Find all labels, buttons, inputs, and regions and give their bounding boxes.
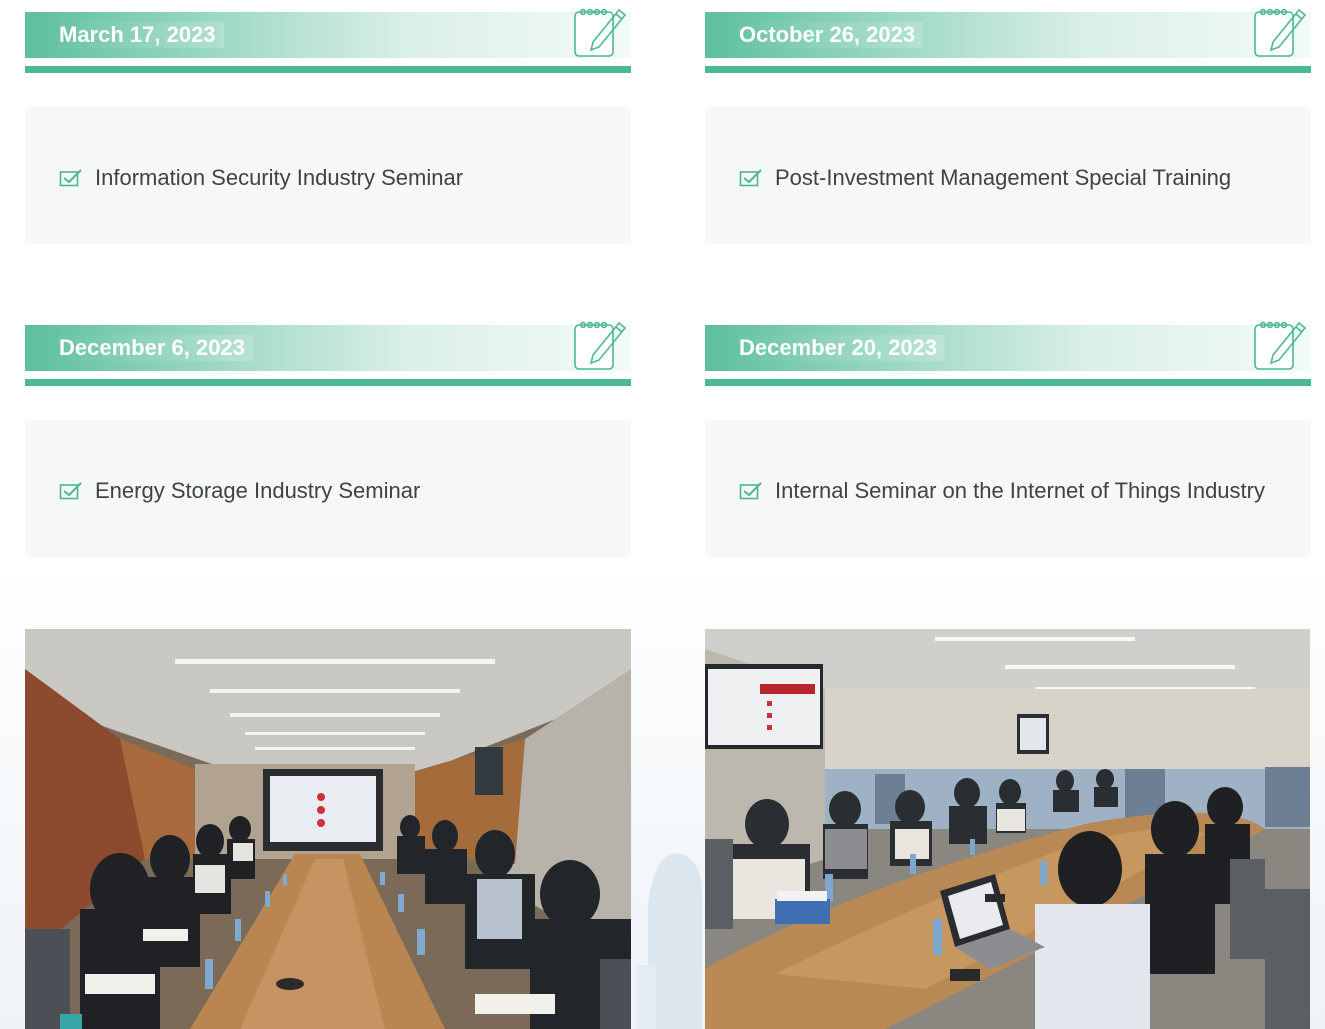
topic-line: Post-Investment Management Special Train… [739, 165, 1231, 191]
checkbox-check-icon [739, 169, 762, 187]
date-banner: March 17, 2023 [25, 12, 631, 58]
meeting-photo-left [25, 629, 631, 1029]
meeting-photo-right [705, 629, 1310, 1029]
event-date: December 6, 2023 [51, 335, 253, 361]
event-title: Post-Investment Management Special Train… [775, 165, 1232, 190]
event-date: December 20, 2023 [731, 335, 946, 361]
topic-line: Energy Storage Industry Seminar [59, 478, 420, 504]
topic-panel: Energy Storage Industry Seminar [25, 420, 631, 557]
notepad-pen-icon [1254, 321, 1307, 370]
divider-rule [25, 379, 631, 386]
notepad-pen-icon [574, 321, 627, 370]
checkbox-check-icon [59, 169, 82, 187]
divider-rule [705, 66, 1311, 73]
event-title: Information Security Industry Seminar [95, 165, 464, 190]
event-title: Energy Storage Industry Seminar [95, 478, 421, 503]
notepad-pen-icon [1254, 8, 1307, 57]
divider-rule [705, 379, 1311, 386]
event-date: October 26, 2023 [731, 22, 924, 48]
topic-panel: Internal Seminar on the Internet of Thin… [705, 420, 1311, 557]
checkbox-check-icon [739, 482, 762, 500]
topic-panel: Information Security Industry Seminar [25, 107, 631, 244]
date-banner: October 26, 2023 [705, 12, 1311, 58]
event-date: March 17, 2023 [51, 22, 224, 48]
topic-line: Information Security Industry Seminar [59, 165, 463, 191]
notepad-pen-icon [574, 8, 627, 57]
skyline-silhouette [636, 853, 702, 1029]
checkbox-check-icon [59, 482, 82, 500]
divider-rule [25, 66, 631, 73]
event-title: Internal Seminar on the Internet of Thin… [775, 478, 1265, 503]
date-banner: December 6, 2023 [25, 325, 631, 371]
date-banner: December 20, 2023 [705, 325, 1311, 371]
topic-line: Internal Seminar on the Internet of Thin… [739, 478, 1265, 504]
topic-panel: Post-Investment Management Special Train… [705, 107, 1311, 244]
